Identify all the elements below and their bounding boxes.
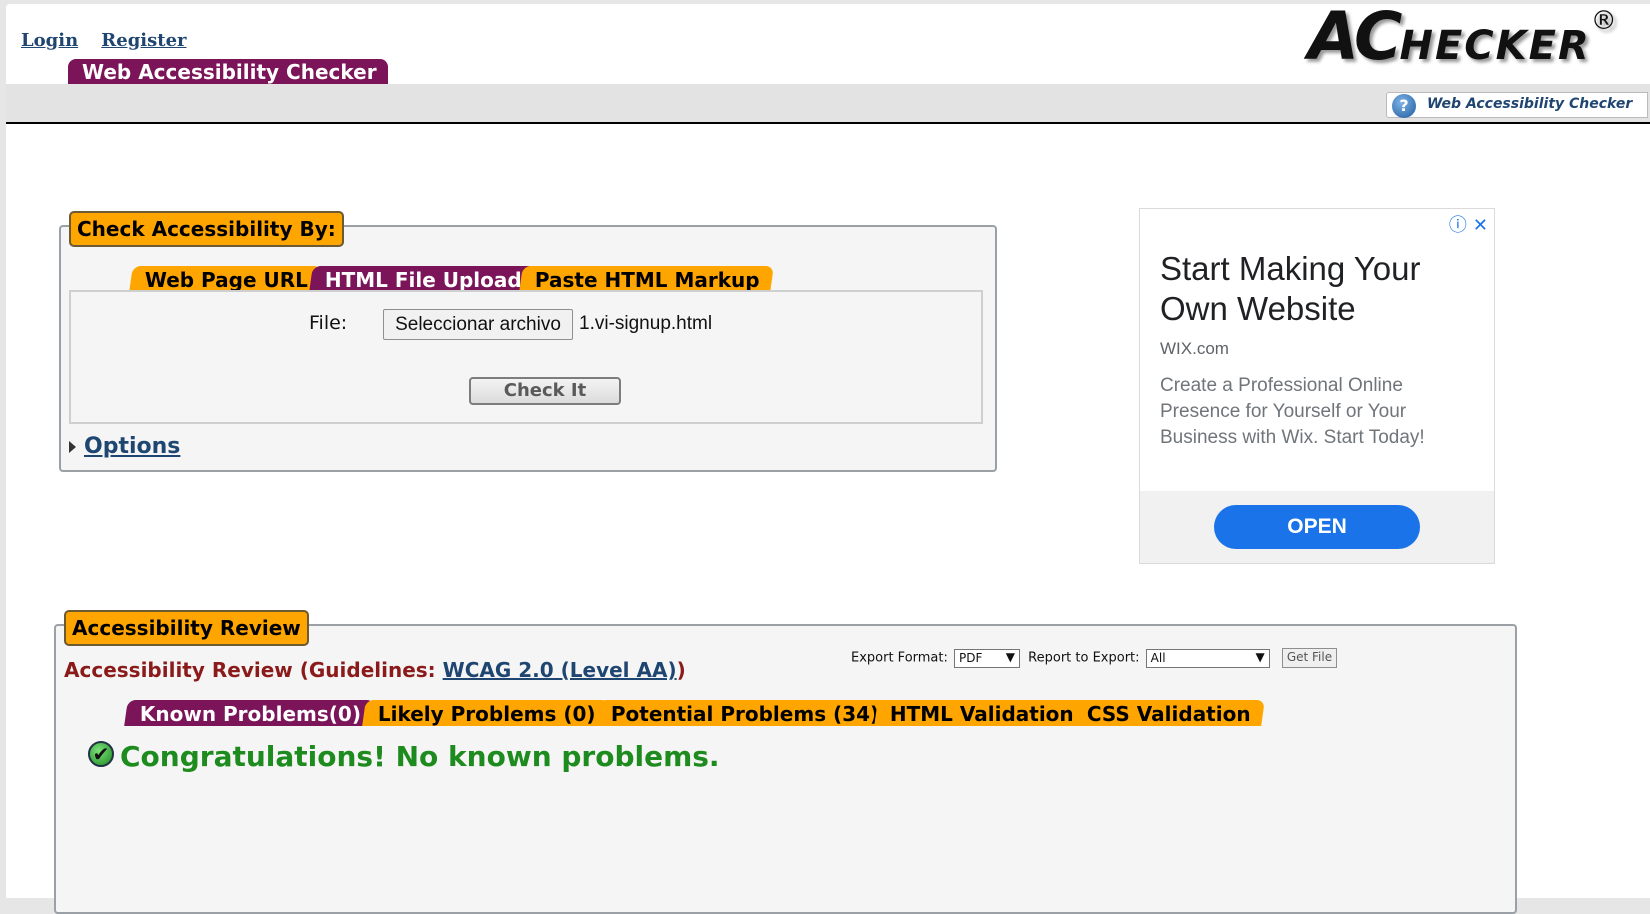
ad-controls: ⓘ ✕ [1449, 211, 1488, 237]
ad-close-icon[interactable]: ✕ [1473, 215, 1488, 236]
logo-ac: AC [1308, 0, 1402, 75]
get-file-button[interactable]: Get File [1281, 648, 1338, 668]
no-problems-message: ✔ Congratulations! No known problems. [88, 740, 720, 773]
wcag-guideline-link[interactable]: WCAG 2.0 (Level AA) [443, 658, 677, 682]
file-label: File: [309, 312, 348, 334]
tab-css-validation[interactable]: CSS Validation [1071, 700, 1265, 726]
help-link-label: Web Accessibility Checker [1427, 96, 1633, 112]
ad-open-button[interactable]: OPEN [1214, 505, 1420, 549]
export-controls: Export Format: PDF ▼ Report to Export: Al… [851, 648, 1338, 668]
tab-html-validation[interactable]: HTML Validation [874, 700, 1088, 726]
ad-description: Create a Professional Online Presence fo… [1160, 375, 1425, 448]
tab-paste-html-markup[interactable]: Paste HTML Markup [519, 266, 774, 292]
help-link[interactable]: ? Web Accessibility Checker [1386, 92, 1648, 118]
logo-registered-mark: ® [1590, 6, 1617, 36]
checkmark-icon: ✔ [88, 741, 114, 767]
advertisement: ⓘ ✕ Start Making Your Own Website WIX.com… [1139, 208, 1495, 564]
tab-known-problems[interactable]: Known Problems(0) [124, 700, 375, 726]
check-accessibility-legend: Check Accessibility By: [69, 211, 344, 247]
options-link[interactable]: Options [84, 434, 180, 459]
export-format-select[interactable]: PDF ▼ [954, 648, 1021, 668]
report-to-export-select[interactable]: All ▼ [1145, 648, 1270, 668]
accessibility-review-legend: Accessibility Review [64, 610, 309, 646]
tab-likely-problems[interactable]: Likely Problems (0) [362, 700, 610, 726]
tab-potential-problems[interactable]: Potential Problems (34) [595, 700, 894, 726]
report-to-export-label: Report to Export: [1028, 650, 1140, 666]
review-title: Accessibility Review (Guidelines: WCAG 2… [64, 658, 686, 682]
tab-html-file-upload[interactable]: HTML File Upload [309, 266, 536, 292]
help-icon: ? [1392, 94, 1416, 118]
header-tab-web-accessibility-checker[interactable]: Web Accessibility Checker [68, 59, 388, 86]
selected-file-name: 1.vi-signup.html [579, 313, 713, 334]
choose-file-button[interactable]: Seleccionar archivo [383, 309, 573, 340]
ad-footer: OPEN [1140, 491, 1494, 563]
no-problems-text: Congratulations! No known problems. [120, 740, 720, 773]
check-it-button[interactable]: Check It [469, 377, 621, 405]
achecker-logo: ACHECKER® [1308, 0, 1617, 75]
export-format-label: Export Format: [851, 650, 948, 666]
page: Login Register ACHECKER® Web Accessibili… [6, 0, 1650, 914]
register-link[interactable]: Register [101, 30, 186, 51]
top-nav: Login Register [21, 30, 205, 51]
tab-web-page-url[interactable]: Web Page URL [129, 266, 322, 292]
logo-checker: HECKER [1399, 23, 1591, 69]
dropdown-arrow-icon: ▼ [1005, 649, 1016, 664]
dropdown-arrow-icon: ▼ [1255, 649, 1265, 664]
login-link[interactable]: Login [21, 30, 78, 51]
file-upload-area: File: Seleccionar archivo 1.vi-signup.ht… [69, 290, 983, 424]
ad-info-icon[interactable]: ⓘ [1449, 215, 1467, 236]
check-accessibility-panel: Check Accessibility By: Web Page URL HTM… [59, 211, 997, 472]
expand-triangle-icon [69, 441, 76, 453]
options-toggle[interactable]: Options [69, 434, 180, 459]
header-bar: ? Web Accessibility Checker [6, 84, 1650, 124]
ad-headline[interactable]: Start Making Your Own Website [1160, 249, 1480, 329]
accessibility-review-panel: Accessibility Review Accessibility Revie… [54, 610, 1517, 914]
ad-source: WIX.com [1160, 339, 1229, 358]
